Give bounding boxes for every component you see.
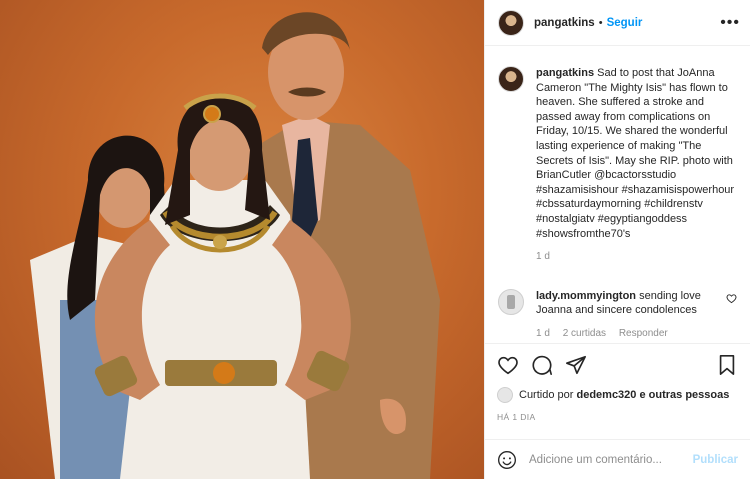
publish-button[interactable]: Publicar [693, 454, 738, 466]
post-header: pangatkins • Seguir ••• [485, 0, 750, 46]
caption-author-avatar[interactable] [498, 66, 524, 92]
reply-button[interactable]: Responder [619, 328, 668, 339]
bookmark-icon[interactable] [716, 354, 738, 376]
caption: pangatkins Sad to post that JoAnna Camer… [498, 66, 737, 265]
posted-time[interactable]: HÁ 1 DIA [497, 412, 738, 422]
comment-likes[interactable]: 2 curtidas [563, 328, 606, 339]
comment-time[interactable]: 1 d [536, 328, 550, 339]
add-comment-bar: Publicar [485, 439, 750, 479]
comments-list[interactable]: pangatkins Sad to post that JoAnna Camer… [485, 46, 750, 343]
emoji-icon[interactable] [497, 450, 517, 470]
likes-user[interactable]: dedemc320 [576, 389, 636, 401]
caption-text: Sad to post that JoAnna Cameron "The Mig… [536, 67, 735, 240]
author-username[interactable]: pangatkins [534, 17, 595, 29]
follow-button[interactable]: Seguir [607, 17, 643, 29]
liker-avatar[interactable] [497, 387, 513, 403]
comment-input[interactable] [529, 453, 693, 466]
caption-time[interactable]: 1 d [536, 251, 550, 262]
share-icon[interactable] [565, 354, 587, 376]
heart-icon[interactable] [497, 354, 519, 376]
more-options-icon[interactable]: ••• [720, 14, 740, 31]
likes-suffix[interactable]: e outras pessoas [639, 389, 729, 401]
post-modal: pangatkins • Seguir ••• pangatkins Sad t… [0, 0, 750, 479]
author-avatar[interactable] [498, 9, 524, 36]
comment-like-heart-icon[interactable] [726, 293, 737, 307]
caption-author[interactable]: pangatkins [536, 67, 594, 79]
commenter-avatar[interactable] [498, 288, 524, 315]
likes-summary: Curtido por dedemc320 e outras pessoas [497, 387, 738, 403]
comment-item: lady.mommyington sending love Joanna and… [498, 288, 737, 342]
post-actions: Curtido por dedemc320 e outras pessoas H… [485, 343, 750, 439]
post-photo[interactable] [0, 0, 484, 479]
comment-icon[interactable] [531, 354, 553, 376]
photo-illustration [30, 12, 440, 479]
header-separator: • [598, 16, 603, 29]
post-side-panel: pangatkins • Seguir ••• pangatkins Sad t… [484, 0, 750, 479]
likes-prefix: Curtido por [519, 389, 574, 401]
comment-author[interactable]: lady.mommyington [536, 290, 636, 302]
